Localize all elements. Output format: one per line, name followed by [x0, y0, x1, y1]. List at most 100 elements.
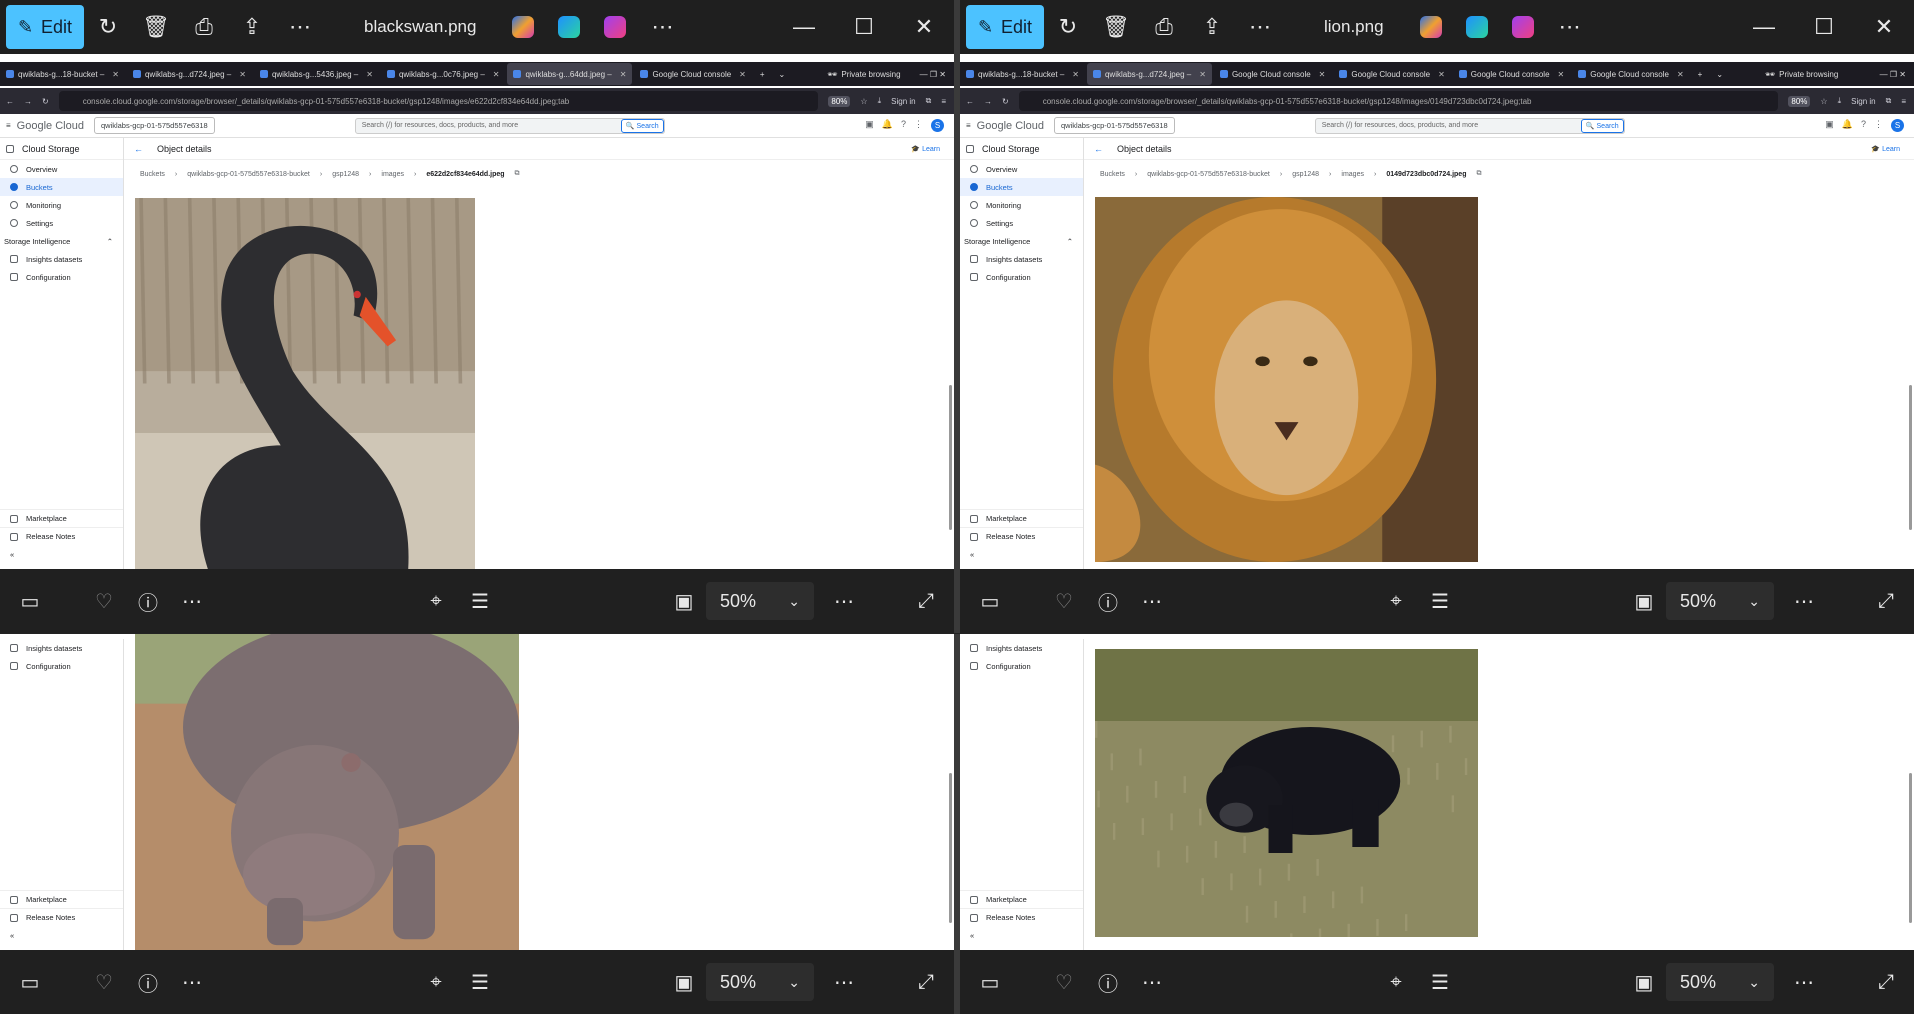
more-options-icon[interactable]: ⋯: [170, 962, 214, 1002]
visual-search-icon[interactable]: ⌖: [414, 962, 458, 1002]
reload-icon[interactable]: ↻: [42, 97, 49, 106]
hamburger-icon[interactable]: ≡: [966, 121, 971, 130]
search-button[interactable]: 🔍 Search: [620, 118, 664, 133]
collapse-nav-button[interactable]: «: [0, 926, 123, 944]
zoom-select[interactable]: 50% ⌄: [706, 963, 814, 1001]
zoom-select[interactable]: 50% ⌄: [706, 582, 814, 620]
text-scan-icon[interactable]: ☰: [1418, 962, 1462, 1002]
tab-close-icon[interactable]: ✕: [1072, 70, 1079, 79]
info-icon[interactable]: ⓘ: [1086, 962, 1130, 1002]
sidebar-section-storage-intelligence[interactable]: Storage Intelligence ⌃: [960, 232, 1083, 250]
filmstrip-icon[interactable]: ▭: [8, 962, 52, 1002]
notifications-icon[interactable]: 🔔: [1842, 119, 1853, 132]
browser-tab[interactable]: qwiklabs-g...64dd.jpeg – ✕: [507, 63, 633, 85]
share-icon[interactable]: ⇪: [228, 7, 276, 47]
collapse-nav-button[interactable]: «: [960, 926, 1083, 944]
fit-image-icon[interactable]: ▣: [662, 962, 706, 1002]
sidebar-item-configuration[interactable]: Configuration: [0, 268, 123, 286]
filmstrip-icon[interactable]: ▭: [8, 581, 52, 621]
breadcrumb-link[interactable]: gsp1248: [332, 171, 359, 178]
sidebar-item-settings[interactable]: Settings: [0, 214, 123, 232]
browser-tab[interactable]: Google Cloud console ✕: [1214, 63, 1331, 85]
tab-close-icon[interactable]: ✕: [1677, 70, 1684, 79]
search-input[interactable]: Search (/) for resources, docs, products…: [1314, 117, 1625, 134]
sidebar-item-insights-datasets[interactable]: Insights datasets: [960, 250, 1083, 268]
breadcrumb-link[interactable]: qwiklabs-gcp-01-575d557e6318-bucket: [1147, 171, 1270, 178]
sidebar-section-storage-intelligence[interactable]: Storage Intelligence ⌃: [0, 232, 123, 250]
favorite-heart-icon[interactable]: ♡: [1042, 581, 1086, 621]
url-input[interactable]: console.cloud.google.com/storage/browser…: [1018, 91, 1779, 111]
forward-icon[interactable]: →: [984, 97, 992, 106]
more-options-icon[interactable]: ⋯: [170, 581, 214, 621]
sidebar-item-configuration[interactable]: Configuration: [960, 268, 1083, 286]
more-view-icon[interactable]: ⋯: [1782, 962, 1826, 1002]
edit-button[interactable]: ✎ Edit: [6, 5, 84, 49]
sidebar-item-marketplace[interactable]: Marketplace: [0, 890, 123, 908]
help-icon[interactable]: ?: [1861, 119, 1866, 132]
text-scan-icon[interactable]: ☰: [1418, 581, 1462, 621]
info-icon[interactable]: ⓘ: [126, 581, 170, 621]
sidebar-item-buckets[interactable]: Buckets: [960, 178, 1083, 196]
url-input[interactable]: console.cloud.google.com/storage/browser…: [58, 91, 819, 111]
info-icon[interactable]: ⓘ: [126, 962, 170, 1002]
sidebar-item-release-notes[interactable]: Release Notes: [0, 908, 123, 926]
visual-search-icon[interactable]: ⌖: [414, 581, 458, 621]
more-icon[interactable]: ⋯: [276, 7, 324, 47]
download-icon[interactable]: ⤓: [878, 96, 882, 106]
zoom-indicator[interactable]: 80%: [1788, 95, 1811, 107]
maximize-icon[interactable]: ☐: [1794, 7, 1854, 47]
sidebar-item-marketplace[interactable]: Marketplace: [960, 890, 1083, 908]
page-scrollbar[interactable]: [1909, 385, 1912, 530]
avatar[interactable]: S: [1891, 119, 1904, 132]
share-icon[interactable]: ⇪: [1188, 7, 1236, 47]
cloud-shell-icon[interactable]: ▣: [1825, 119, 1834, 132]
rotate-icon[interactable]: ↻: [84, 7, 132, 47]
fit-image-icon[interactable]: ▣: [1622, 962, 1666, 1002]
app-menu-icon[interactable]: ≡: [941, 97, 946, 106]
sign-in-button[interactable]: Sign in: [1851, 97, 1875, 106]
copilot-icon[interactable]: [512, 16, 535, 38]
maximize-icon[interactable]: ☐: [834, 7, 894, 47]
sidebar-item-insights-datasets[interactable]: Insights datasets: [960, 639, 1083, 657]
tab-close-icon[interactable]: ✕: [1319, 70, 1326, 79]
favorite-heart-icon[interactable]: ♡: [82, 581, 126, 621]
project-picker[interactable]: qwiklabs-gcp-01-575d557e6318: [93, 117, 215, 134]
sidebar-item-release-notes[interactable]: Release Notes: [960, 527, 1083, 545]
tab-close-icon[interactable]: ✕: [620, 70, 627, 79]
sidebar-item-insights-datasets[interactable]: Insights datasets: [0, 639, 123, 657]
fit-image-icon[interactable]: ▣: [662, 581, 706, 621]
browser-tab[interactable]: qwiklabs-g...d724.jpeg – ✕: [127, 63, 252, 85]
more-view-icon[interactable]: ⋯: [822, 962, 866, 1002]
zoom-select[interactable]: 50% ⌄: [1666, 582, 1774, 620]
cloud-shell-icon[interactable]: ▣: [865, 119, 874, 132]
search-button[interactable]: 🔍 Search: [1580, 118, 1624, 133]
sidebar-item-configuration[interactable]: Configuration: [0, 657, 123, 675]
close-icon[interactable]: ✕: [894, 7, 954, 47]
print-icon[interactable]: ⎙: [1140, 7, 1188, 47]
more-apps-icon[interactable]: ⋯: [1546, 7, 1594, 47]
zoom-select[interactable]: 50% ⌄: [1666, 963, 1774, 1001]
collapse-nav-button[interactable]: «: [0, 545, 123, 563]
google-cloud-logo[interactable]: Google Cloud: [977, 120, 1044, 132]
browser-tab[interactable]: Google Cloud console ✕: [1453, 63, 1570, 85]
google-cloud-logo[interactable]: Google Cloud: [17, 120, 84, 132]
print-icon[interactable]: ⎙: [180, 7, 228, 47]
sidebar-item-marketplace[interactable]: Marketplace: [0, 509, 123, 527]
page-scrollbar[interactable]: [1909, 773, 1912, 923]
sidebar-item-monitoring[interactable]: Monitoring: [0, 196, 123, 214]
more-options-icon[interactable]: ⋯: [1130, 962, 1174, 1002]
extensions-icon[interactable]: ⧉: [926, 96, 932, 106]
minimize-icon[interactable]: —: [774, 7, 834, 47]
info-icon[interactable]: ⓘ: [1086, 581, 1130, 621]
sidebar-item-insights-datasets[interactable]: Insights datasets: [0, 250, 123, 268]
fullscreen-icon[interactable]: ⤢: [904, 962, 948, 1002]
sidebar-item-configuration[interactable]: Configuration: [960, 657, 1083, 675]
tab-close-icon[interactable]: ✕: [1558, 70, 1565, 79]
download-icon[interactable]: ⤓: [1838, 96, 1842, 106]
app-menu-icon[interactable]: ≡: [1901, 97, 1906, 106]
clipchamp-icon[interactable]: [604, 16, 627, 38]
forward-icon[interactable]: →: [24, 97, 32, 106]
tab-close-icon[interactable]: ✕: [1199, 70, 1206, 79]
more-options-icon[interactable]: ⋯: [1130, 581, 1174, 621]
designer-icon[interactable]: [1465, 16, 1488, 38]
